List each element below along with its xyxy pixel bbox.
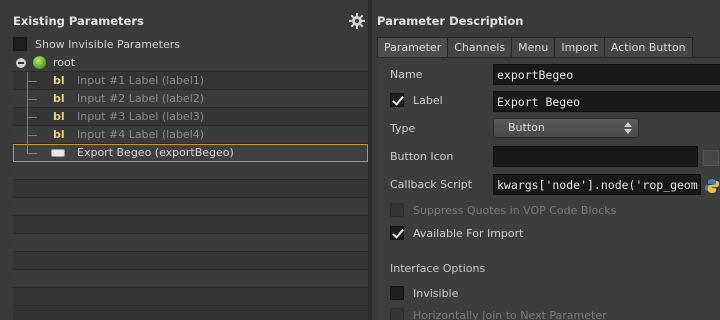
parameter-tree: root bl Input #1 Label (label1) bl Input… bbox=[13, 54, 368, 320]
name-field[interactable]: exportBegeo bbox=[493, 64, 720, 85]
param-label: Input #1 Label (label1) bbox=[77, 74, 205, 87]
label-parameter-icon: bl bbox=[53, 110, 65, 123]
show-invisible-checkbox[interactable] bbox=[13, 37, 27, 51]
tree-row-param[interactable]: bl Input #2 Label (label2) bbox=[13, 90, 368, 108]
available-import-toggle[interactable]: Available For Import bbox=[390, 226, 523, 240]
label-toggle[interactable]: Label bbox=[390, 93, 443, 107]
root-label: root bbox=[53, 56, 76, 69]
label-parameter-icon: bl bbox=[53, 74, 65, 87]
dropdown-arrows-icon bbox=[624, 121, 632, 135]
suppress-quotes-toggle[interactable]: Suppress Quotes in VOP Code Blocks bbox=[390, 203, 616, 217]
type-label: Type bbox=[390, 122, 416, 135]
tab-channels[interactable]: Channels bbox=[447, 37, 513, 57]
tab-parameter[interactable]: Parameter bbox=[377, 37, 449, 57]
tree-row-empty bbox=[13, 216, 368, 234]
tree-row-param[interactable]: bl Input #1 Label (label1) bbox=[13, 72, 368, 90]
interface-options-heading: Interface Options bbox=[390, 262, 486, 275]
icon-chooser-button[interactable] bbox=[703, 150, 719, 166]
python-icon[interactable] bbox=[704, 178, 720, 194]
param-label: Input #3 Label (label3) bbox=[77, 110, 205, 123]
available-import-checkbox[interactable] bbox=[390, 226, 404, 240]
type-value: Button bbox=[508, 121, 545, 134]
suppress-quotes-label: Suppress Quotes in VOP Code Blocks bbox=[413, 203, 617, 217]
tree-connector bbox=[27, 153, 37, 154]
tree-connector bbox=[27, 135, 37, 136]
tree-connector bbox=[27, 99, 37, 100]
button-icon-field[interactable] bbox=[493, 146, 698, 167]
show-invisible-parameters-toggle[interactable]: Show Invisible Parameters bbox=[13, 36, 180, 52]
horizontally-join-toggle[interactable]: Horizontally Join to Next Parameter bbox=[390, 308, 607, 320]
param-label: Input #4 Label (label4) bbox=[77, 128, 205, 141]
tab-import[interactable]: Import bbox=[554, 37, 605, 57]
label-parameter-icon: bl bbox=[53, 128, 65, 141]
tree-row-empty bbox=[13, 288, 368, 306]
button-parameter-icon bbox=[51, 149, 65, 157]
horizontally-join-label: Horizontally Join to Next Parameter bbox=[413, 308, 607, 320]
button-icon-label: Button Icon bbox=[390, 150, 454, 163]
globe-icon bbox=[33, 56, 46, 69]
parameter-description-panel: Parameter Description Parameter Channels… bbox=[372, 0, 720, 320]
tree-row-empty bbox=[13, 180, 368, 198]
horizontally-join-checkbox[interactable] bbox=[390, 308, 404, 320]
show-invisible-label: Show Invisible Parameters bbox=[35, 37, 181, 51]
tree-row-empty bbox=[13, 234, 368, 252]
name-label: Name bbox=[390, 68, 423, 81]
tree-row-empty bbox=[13, 198, 368, 216]
invisible-label: Invisible bbox=[413, 286, 459, 300]
tree-row-empty bbox=[13, 162, 368, 180]
gear-icon[interactable] bbox=[348, 12, 366, 30]
invisible-toggle[interactable]: Invisible bbox=[390, 286, 458, 300]
callback-script-field[interactable]: kwargs['node'].node('rop_geom bbox=[493, 174, 701, 195]
callback-script-label: Callback Script bbox=[390, 178, 473, 191]
label-field[interactable]: Export Begeo bbox=[493, 91, 720, 112]
param-label: Export Begeo (exportBegeo) bbox=[77, 146, 234, 159]
label-checkbox[interactable] bbox=[390, 93, 404, 107]
tab-menu[interactable]: Menu bbox=[511, 37, 556, 57]
tree-connector bbox=[27, 117, 37, 118]
available-import-label: Available For Import bbox=[413, 226, 524, 240]
tree-row-empty bbox=[13, 270, 368, 288]
parameter-description-title: Parameter Description bbox=[377, 14, 524, 28]
existing-parameters-title: Existing Parameters bbox=[13, 14, 144, 28]
label-label: Label bbox=[413, 93, 443, 107]
tree-connector bbox=[27, 72, 28, 153]
invisible-checkbox[interactable] bbox=[390, 286, 404, 300]
tree-row-param-selected[interactable]: Export Begeo (exportBegeo) bbox=[13, 144, 368, 162]
tree-row-root[interactable]: root bbox=[13, 54, 368, 72]
existing-parameters-panel: Existing Parameters Show Invisible Param… bbox=[0, 0, 372, 320]
param-label: Input #2 Label (label2) bbox=[77, 92, 205, 105]
suppress-quotes-checkbox[interactable] bbox=[390, 203, 404, 217]
tab-bar: Parameter Channels Menu Import Action Bu… bbox=[377, 37, 693, 57]
label-parameter-icon: bl bbox=[53, 92, 65, 105]
tree-row-param[interactable]: bl Input #3 Label (label3) bbox=[13, 108, 368, 126]
collapse-icon[interactable] bbox=[16, 58, 26, 68]
type-dropdown[interactable]: Button bbox=[493, 118, 639, 138]
tab-action-button[interactable]: Action Button bbox=[603, 37, 693, 57]
tree-connector bbox=[27, 81, 37, 82]
tree-row-empty bbox=[13, 252, 368, 270]
tree-row-param[interactable]: bl Input #4 Label (label4) bbox=[13, 126, 368, 144]
parameter-tab-content: Name exportBegeo Label Export Begeo Type… bbox=[377, 57, 720, 320]
